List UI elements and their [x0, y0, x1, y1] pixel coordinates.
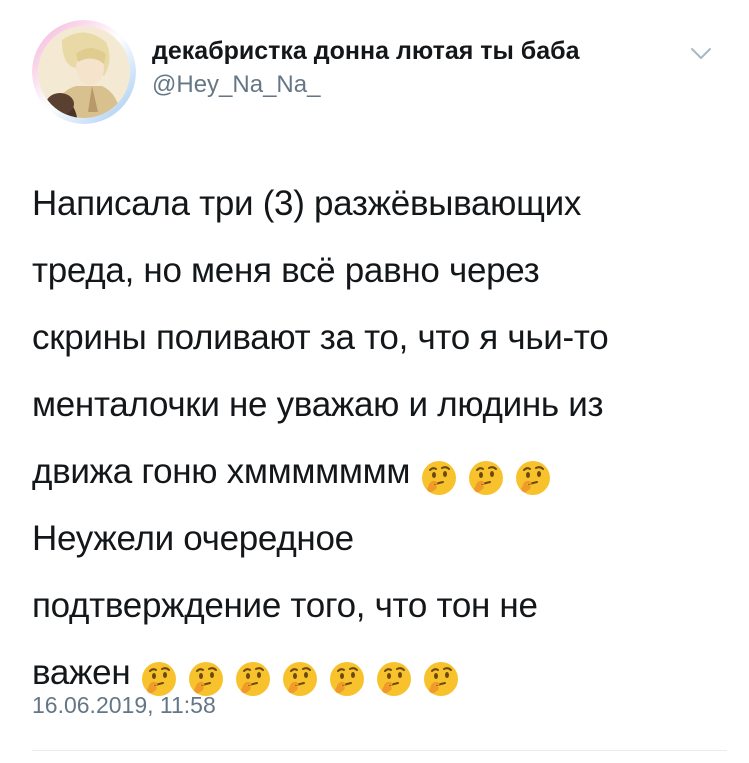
author-block: декабристка донна лютая ты баба @Hey_Na_…	[152, 36, 712, 100]
tweet-text: Написала три (3) разжёвывающих треда, но…	[32, 170, 732, 706]
thinking-face-emoji	[422, 660, 460, 698]
user-handle[interactable]: @Hey_Na_Na_	[152, 70, 712, 100]
emoji-row	[420, 442, 561, 509]
chevron-down-icon[interactable]	[690, 46, 712, 62]
tweet-line: важен	[32, 653, 131, 692]
thinking-face-emoji	[328, 660, 366, 698]
thinking-face-emoji	[467, 459, 505, 497]
tweet-line: движа гоню хммммммм	[32, 452, 411, 491]
tweet-line: менталочки не уважаю и людинь из	[32, 385, 604, 424]
avatar[interactable]	[32, 20, 136, 124]
display-name[interactable]: декабристка донна лютая ты баба	[152, 36, 712, 66]
tweet-timestamp[interactable]: 16.06.2019, 11:58	[32, 690, 216, 720]
avatar-illustration	[32, 20, 136, 124]
tweet-line-with-emoji: движа гоню хммммммм	[32, 438, 732, 505]
tweet-line: Написала три (3) разжёвывающих	[32, 184, 582, 223]
tweet-line: скрины поливают за то, что я чьи-то	[32, 318, 609, 357]
tweet-line: треда, но меня всё равно через	[32, 251, 540, 290]
thinking-face-emoji	[375, 660, 413, 698]
thinking-face-emoji	[281, 660, 319, 698]
divider	[32, 750, 727, 751]
tweet-line: Неужели очередное	[32, 519, 354, 558]
thinking-face-emoji	[234, 660, 272, 698]
tweet-line: подтверждение того, что тон не	[32, 586, 538, 625]
tweet-card: декабристка донна лютая ты баба @Hey_Na_…	[0, 0, 749, 763]
thinking-face-emoji	[420, 459, 458, 497]
thinking-face-emoji	[514, 459, 552, 497]
